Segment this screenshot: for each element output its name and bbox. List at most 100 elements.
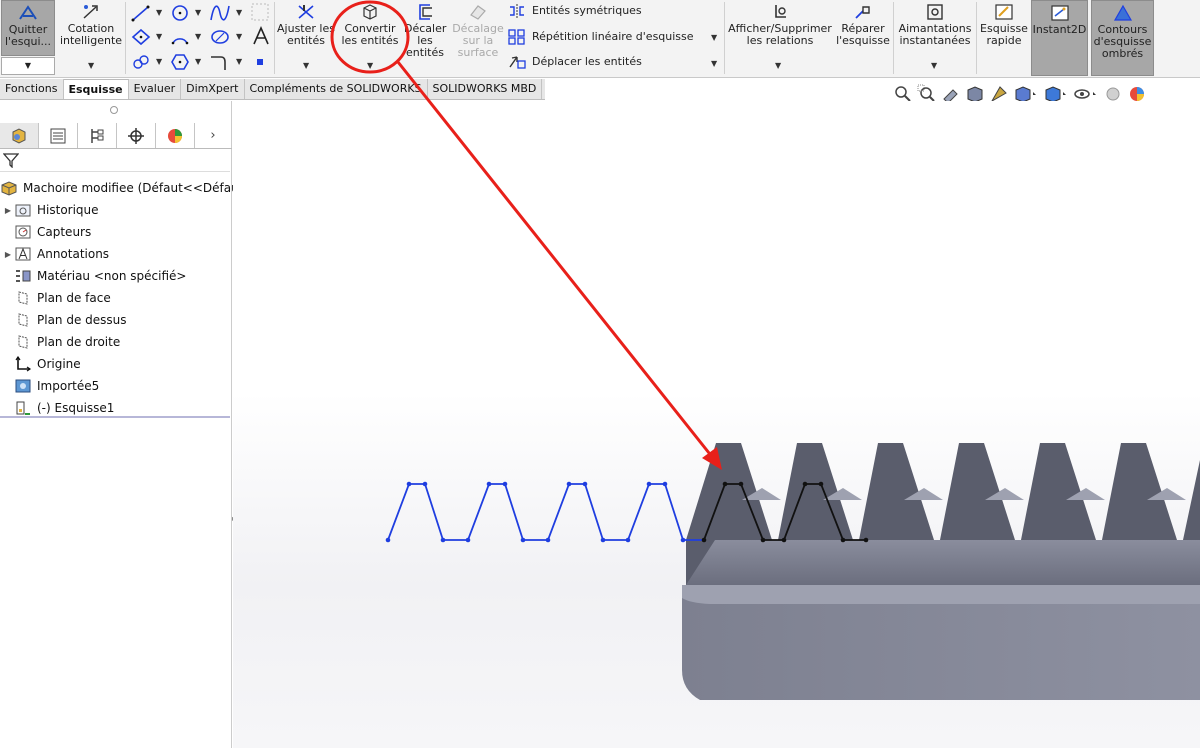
ribbon-separator (893, 2, 894, 74)
quick-snaps-dropdown[interactable]: ▼ (931, 61, 937, 70)
quick-snaps-button[interactable]: Aimantations instantanées (896, 0, 974, 56)
polygon-dropdown[interactable]: ▼ (195, 57, 201, 66)
tab-esquisse[interactable]: Esquisse (63, 79, 129, 99)
ellipse-icon[interactable] (209, 27, 231, 47)
mirror-entities-icon (510, 4, 524, 18)
display-relations-button[interactable]: Afficher/Supprimer les relations (728, 0, 832, 56)
annotations-icon (14, 246, 32, 262)
model-scene (385, 443, 1200, 700)
sketch-profile-blue[interactable] (387, 483, 704, 541)
sketch-points-blue (385, 481, 686, 543)
panel-grip[interactable] (110, 106, 118, 114)
spline-icon[interactable] (209, 3, 231, 23)
tab-evaluer[interactable]: Evaluer (129, 79, 182, 99)
quick-snaps-label-2: instantanées (899, 34, 971, 47)
tab-display-manager[interactable] (156, 123, 195, 148)
chamfer-icon[interactable] (209, 53, 231, 71)
circle-dropdown[interactable]: ▼ (195, 8, 201, 17)
display-relations-dropdown[interactable]: ▼ (775, 61, 781, 70)
expand-arrow-icon[interactable]: ▶ (2, 250, 14, 259)
move-entities-dropdown[interactable]: ▼ (711, 59, 717, 68)
point-icon[interactable] (255, 57, 265, 67)
quit-sketch-button[interactable]: Quitter l'esqui... (1, 0, 55, 56)
shaded-contours-icon (1113, 4, 1132, 21)
text-icon[interactable] (251, 26, 271, 46)
tab-fonctions[interactable]: Fonctions (0, 79, 64, 99)
part-icon (0, 180, 18, 196)
trim-entities-button[interactable]: Ajuster les entités (277, 0, 335, 56)
rollback-bar[interactable] (0, 416, 230, 418)
rectangle-dropdown[interactable]: ▼ (156, 32, 162, 41)
filter-icon[interactable] (3, 152, 19, 168)
tree-item-annotations[interactable]: ▶ Annotations (2, 243, 232, 265)
exit-sketch-icon (19, 5, 37, 20)
display-manager-icon (168, 128, 182, 143)
tree-item-plan-dessus[interactable]: Plan de dessus (14, 309, 232, 331)
tree-item-plan-face[interactable]: Plan de face (14, 287, 232, 309)
command-manager-ribbon: Quitter l'esqui... ▼ Cotation intelligen… (0, 0, 1200, 78)
display-relations-icon (775, 5, 786, 18)
rectangle-icon[interactable] (131, 28, 151, 46)
line-dropdown[interactable]: ▼ (156, 8, 162, 17)
linear-pattern-dropdown[interactable]: ▼ (711, 33, 717, 42)
smart-dimension-button[interactable]: Cotation intelligente (58, 0, 124, 56)
arc-icon[interactable] (170, 28, 190, 46)
graphics-area[interactable] (233, 101, 1200, 748)
tree-item-capteurs[interactable]: Capteurs (14, 221, 232, 243)
convert-entities-dropdown[interactable]: ▼ (367, 61, 373, 70)
sketch-grid-icon (251, 3, 269, 21)
move-entities-button[interactable]: Déplacer les entités (508, 55, 642, 69)
dimxpert-manager-icon (128, 127, 144, 144)
ellipse-dropdown[interactable]: ▼ (236, 32, 242, 41)
tree-item-historique[interactable]: ▶ Historique (2, 199, 232, 221)
tab-feature-tree[interactable] (0, 123, 39, 148)
tree-item-importee5[interactable]: Importée5 (14, 375, 232, 397)
instant2d-toggle[interactable]: Instant2D (1031, 0, 1088, 76)
tab-configuration-manager[interactable] (78, 123, 117, 148)
chamfer-dropdown[interactable]: ▼ (236, 57, 242, 66)
sensors-icon (14, 224, 32, 240)
feature-manager-panel: › Machoire modifiee (Défaut<<Défaut>_ ▶ … (0, 101, 259, 748)
arc-dropdown[interactable]: ▼ (195, 32, 201, 41)
trim-entities-dropdown[interactable]: ▼ (303, 61, 309, 70)
offset-entities-button[interactable]: Décaler les entités (404, 0, 446, 72)
tree-item-origine[interactable]: Origine (14, 353, 232, 375)
spline-dropdown[interactable]: ▼ (236, 8, 242, 17)
plane-icon (14, 290, 32, 306)
fillet-dropdown[interactable]: ▼ (156, 57, 162, 66)
tree-item-label: Origine (37, 357, 81, 371)
mirror-entities-button[interactable]: Entités symétriques (508, 4, 642, 18)
polygon-icon[interactable] (170, 53, 190, 71)
trim-entities-label-2: entités (287, 34, 325, 47)
tree-item-materiau[interactable]: Matériau <non spécifié> (14, 265, 232, 287)
configuration-manager-icon (91, 128, 104, 143)
expand-arrow-icon[interactable]: ▶ (2, 206, 14, 215)
tab-dimxpert[interactable]: DimXpert (181, 79, 245, 99)
jaw-front-face (686, 540, 1200, 585)
tree-item-plan-droite[interactable]: Plan de droite (14, 331, 232, 353)
offset-surface-label-3: surface (457, 46, 499, 59)
ribbon-separator (724, 2, 725, 74)
filter-bar[interactable] (0, 150, 230, 172)
move-entities-label: Déplacer les entités (532, 55, 642, 68)
rapid-sketch-button[interactable]: Esquisse rapide (979, 0, 1029, 60)
more-tabs-arrow[interactable]: › (195, 123, 231, 148)
shaded-contours-toggle[interactable]: Contours d'esquisse ombrés (1091, 0, 1154, 76)
offset-surface-button[interactable]: Décalage sur la surface (450, 0, 506, 72)
tab-complements[interactable]: Compléments de SOLIDWORKS (245, 79, 428, 99)
repair-sketch-button[interactable]: Réparer l'esquisse (835, 0, 891, 60)
tab-dimxpert-manager[interactable] (117, 123, 156, 148)
smart-dimension-dropdown[interactable]: ▼ (88, 61, 94, 70)
tree-root-part[interactable]: Machoire modifiee (Défaut<<Défaut>_ (0, 177, 259, 199)
quit-sketch-dropdown[interactable]: ▼ (1, 57, 55, 75)
circle-icon[interactable] (170, 3, 190, 23)
line-icon[interactable] (131, 4, 151, 22)
tab-property-manager[interactable] (39, 123, 78, 148)
ribbon-separator (125, 2, 126, 74)
tab-mbd[interactable]: SOLIDWORKS MBD (428, 79, 543, 99)
linear-pattern-label: Répétition linéaire d'esquisse (532, 30, 694, 43)
linear-pattern-button[interactable]: Répétition linéaire d'esquisse (508, 29, 694, 45)
convert-entities-button[interactable]: Convertir les entités (338, 0, 402, 56)
offset-entities-label-3: entités (406, 46, 444, 59)
fillet-icon[interactable] (131, 53, 151, 71)
